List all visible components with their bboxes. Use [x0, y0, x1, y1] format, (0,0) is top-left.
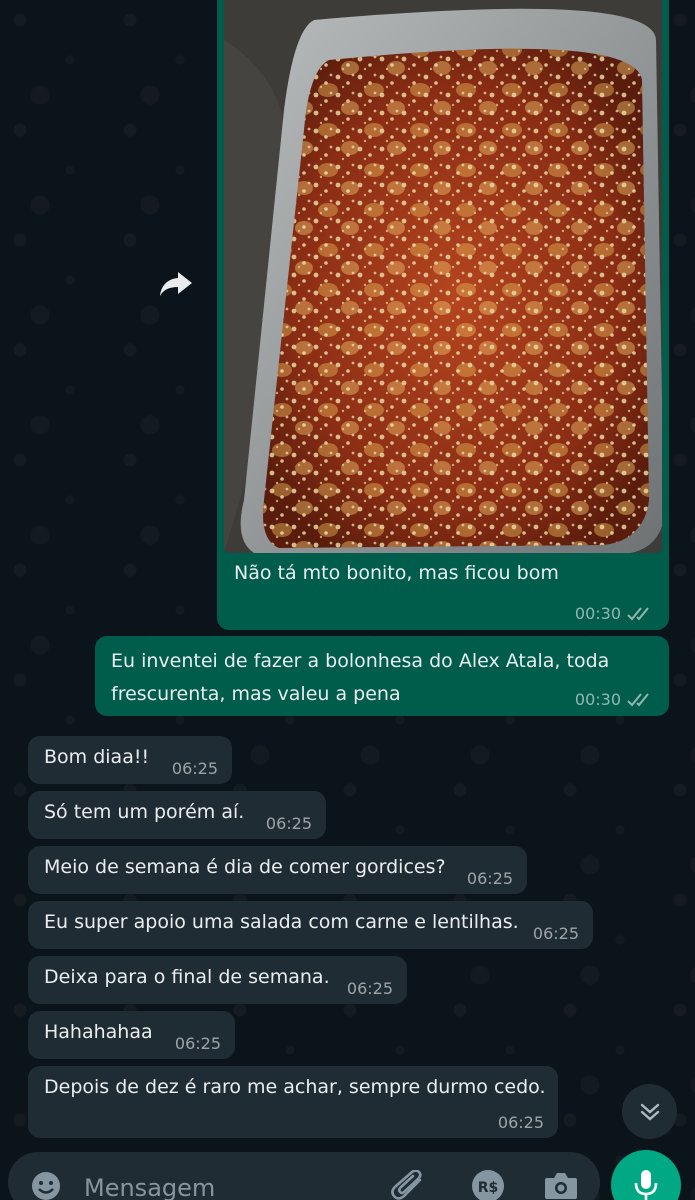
attach-icon[interactable]	[390, 1170, 430, 1200]
message-text: Eu inventei de fazer a bolonhesa do Alex…	[111, 650, 610, 705]
incoming-message-bubble[interactable]: Depois de dez é raro me achar, sempre du…	[28, 1066, 558, 1138]
chat-thread[interactable]: Não tá mto bonito, mas ficou bom 00:30 E…	[0, 0, 695, 1200]
food-photo[interactable]	[224, 0, 662, 553]
incoming-message-bubble[interactable]: Eu super apoio uma salada com carne e le…	[28, 901, 593, 949]
payment-icon[interactable]: R$	[470, 1168, 506, 1200]
microphone-icon	[634, 1170, 658, 1200]
incoming-message-bubble[interactable]: Deixa para o final de semana. 06:25	[28, 956, 407, 1004]
double-check-icon	[627, 606, 649, 620]
message-time: 06:25	[466, 869, 513, 888]
message-text: Bom diaa!!	[44, 746, 150, 768]
message-text: Meio de semana é dia de comer gordices?	[44, 856, 446, 878]
outgoing-message-bubble[interactable]: Eu inventei de fazer a bolonhesa do Alex…	[95, 636, 669, 716]
message-text: Hahahahaa	[44, 1021, 153, 1043]
message-text: Depois de dez é raro me achar, sempre du…	[44, 1076, 546, 1098]
image-message-bubble[interactable]: Não tá mto bonito, mas ficou bom 00:30	[217, 0, 669, 630]
message-input[interactable]	[84, 1168, 344, 1200]
svg-text:R$: R$	[478, 1180, 499, 1196]
message-text: Deixa para o final de semana.	[44, 966, 330, 988]
message-text: Só tem um porém aí.	[44, 801, 245, 823]
message-composer: R$	[8, 1152, 600, 1200]
message-time: 06:25	[174, 1034, 221, 1053]
message-time: 06:25	[532, 924, 579, 943]
message-time: 06:25	[265, 814, 312, 833]
message-time: 06:25	[171, 759, 218, 778]
forward-icon	[160, 272, 192, 296]
camera-icon[interactable]	[544, 1170, 578, 1200]
incoming-message-bubble[interactable]: Só tem um porém aí. 06:25	[28, 791, 326, 839]
incoming-message-bubble[interactable]: Hahahahaa 06:25	[28, 1011, 235, 1059]
double-chevron-down-icon	[640, 1103, 659, 1121]
image-caption: Não tá mto bonito, mas ficou bom	[234, 562, 559, 584]
message-time: 00:30	[574, 604, 621, 623]
scroll-to-bottom-button[interactable]	[622, 1084, 677, 1139]
message-text: Eu super apoio uma salada com carne e le…	[44, 911, 519, 933]
incoming-message-bubble[interactable]: Bom diaa!! 06:25	[28, 736, 232, 784]
forward-button[interactable]	[150, 258, 202, 310]
double-check-icon	[627, 692, 649, 706]
incoming-message-bubble[interactable]: Meio de semana é dia de comer gordices? …	[28, 846, 527, 894]
message-time: 06:25	[497, 1113, 544, 1132]
message-time: 00:30	[574, 690, 621, 709]
message-meta: 00:30	[575, 690, 655, 709]
message-meta: 00:30	[575, 604, 655, 623]
message-time: 06:25	[346, 979, 393, 998]
emoji-icon[interactable]	[30, 1170, 62, 1200]
